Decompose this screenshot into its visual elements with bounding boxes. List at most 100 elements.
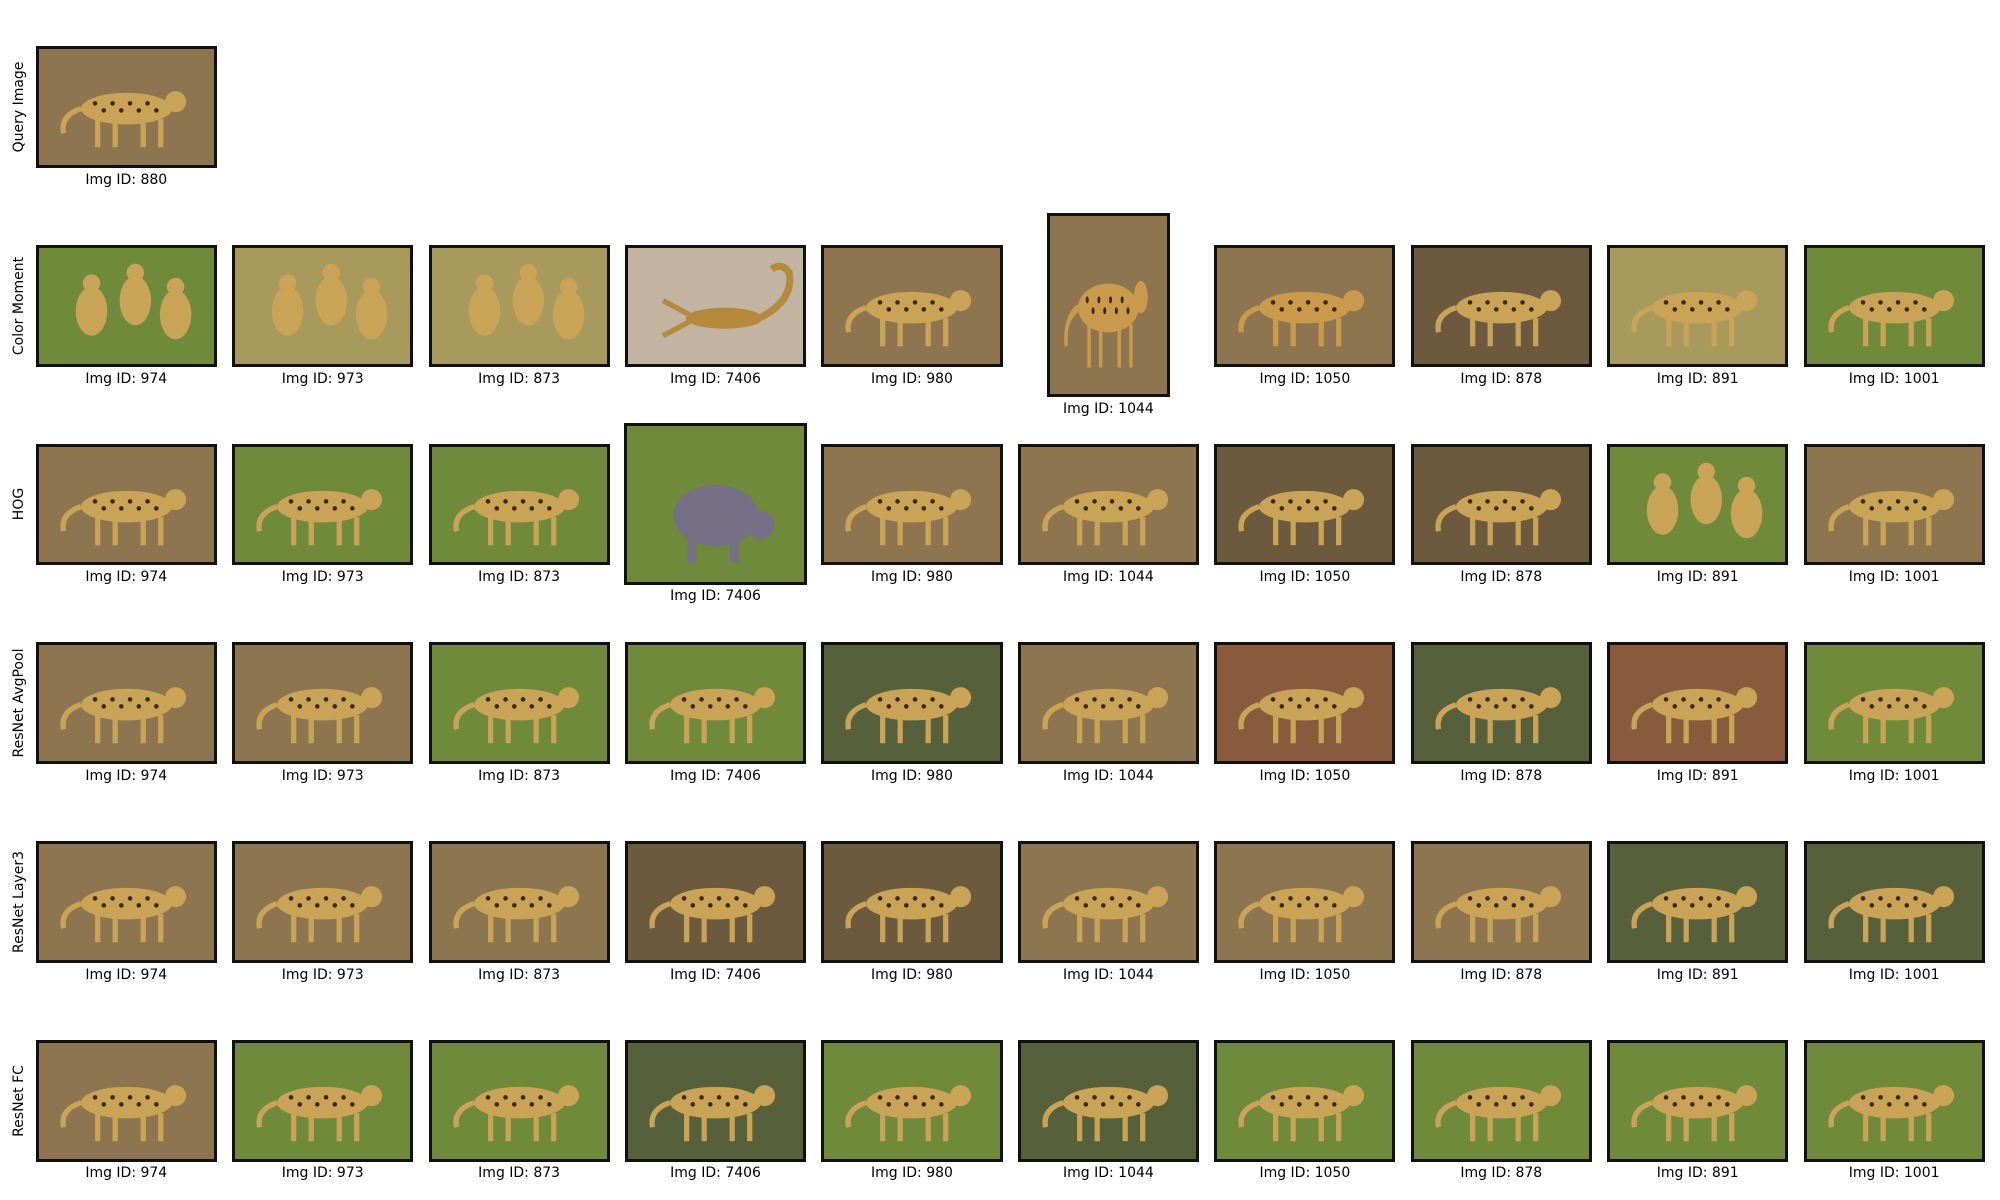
result-image-thumbnail[interactable] [428, 244, 610, 367]
image-id-caption: Img ID: 7406 [670, 1165, 761, 1182]
result-image-thumbnail[interactable] [1410, 1039, 1592, 1162]
result-image-thumbnail[interactable] [625, 244, 807, 367]
result-image-thumbnail[interactable] [1214, 244, 1396, 367]
result-image-thumbnail[interactable] [1803, 1039, 1985, 1162]
image-id-caption: Img ID: 873 [478, 767, 561, 784]
image-id-caption: Img ID: 973 [281, 767, 364, 784]
result-image-thumbnail[interactable] [1607, 443, 1789, 566]
result-image-thumbnail[interactable] [1410, 841, 1592, 963]
image-id-caption: Img ID: 1044 [1063, 569, 1154, 586]
cheetah-figure [1827, 687, 1954, 744]
result-image-thumbnail[interactable] [821, 443, 1003, 566]
image-id-caption: Img ID: 980 [871, 1165, 953, 1182]
result-image-thumbnail[interactable] [1803, 642, 1985, 765]
image-id-caption: Img ID: 891 [1656, 767, 1739, 784]
image-id-caption: Img ID: 973 [281, 569, 364, 586]
cheetah-figure [1435, 1084, 1561, 1141]
cheetah-figure [1042, 687, 1168, 744]
image-id-caption: Img ID: 1044 [1063, 966, 1154, 983]
result-image-thumbnail[interactable] [821, 841, 1003, 963]
result-image-thumbnail[interactable] [232, 642, 414, 765]
cheetah-figure [1238, 488, 1365, 545]
image-id-caption: Img ID: 1050 [1259, 966, 1351, 983]
cheetah-figure [452, 1084, 579, 1141]
image-id-caption: Img ID: 974 [85, 966, 168, 983]
result-image-thumbnail[interactable] [821, 642, 1003, 765]
result-image-thumbnail[interactable] [1607, 1039, 1789, 1162]
image-id-caption: Img ID: 891 [1656, 370, 1739, 387]
result-image-thumbnail[interactable] [232, 443, 414, 566]
image-id-caption: Img ID: 873 [478, 966, 561, 983]
result-image-thumbnail[interactable] [1803, 244, 1985, 367]
query-image-thumbnail[interactable] [35, 46, 217, 168]
result-image-thumbnail[interactable] [1047, 212, 1170, 398]
result-image-thumbnail[interactable] [625, 1039, 807, 1162]
result-image-thumbnail[interactable] [35, 443, 217, 566]
result-image-thumbnail[interactable] [35, 642, 217, 765]
image-id-caption: Img ID: 973 [281, 1165, 364, 1182]
image-id-caption: Img ID: 974 [85, 370, 168, 387]
result-image-thumbnail[interactable] [428, 1039, 610, 1162]
cheetah-figure [1827, 488, 1954, 545]
result-image-thumbnail[interactable] [821, 244, 1003, 367]
cheetah-figure [60, 91, 186, 148]
image-id-caption: Img ID: 974 [85, 1165, 168, 1182]
result-image-thumbnail[interactable] [1607, 841, 1789, 963]
result-image-thumbnail[interactable] [1214, 443, 1396, 566]
row-label: ResNet FC [11, 1064, 28, 1137]
cheetah-group-figure [75, 263, 192, 340]
result-image-thumbnail[interactable] [1410, 642, 1592, 765]
result-image-thumbnail[interactable] [232, 244, 414, 367]
cheetah-figure [845, 289, 972, 347]
image-id-caption: Img ID: 1050 [1259, 569, 1351, 586]
cheetah-figure [1435, 488, 1561, 545]
result-image-thumbnail[interactable] [1214, 642, 1396, 765]
image-id-caption: Img ID: 891 [1656, 1165, 1739, 1182]
result-image-thumbnail[interactable] [1017, 642, 1199, 765]
rhinoceros-figure [672, 484, 775, 563]
image-id-caption: Img ID: 980 [871, 370, 953, 387]
result-image-thumbnail[interactable] [1410, 443, 1592, 566]
leopard-figure [1064, 280, 1148, 368]
cheetah-figure [845, 886, 972, 943]
result-image-thumbnail[interactable] [1214, 1039, 1396, 1162]
result-image-thumbnail[interactable] [232, 1039, 414, 1162]
row-label: ResNet AvgPool [11, 648, 28, 758]
result-image-thumbnail[interactable] [35, 244, 217, 367]
image-id-caption: Img ID: 973 [281, 370, 364, 387]
result-image-thumbnail[interactable] [1410, 244, 1592, 367]
result-image-thumbnail[interactable] [428, 642, 610, 765]
row-label: Query Image [11, 61, 28, 153]
cheetah-group-figure [468, 263, 584, 340]
result-image-thumbnail[interactable] [1017, 443, 1199, 566]
result-image-thumbnail[interactable] [232, 841, 414, 963]
result-image-thumbnail[interactable] [821, 1039, 1003, 1162]
cheetah-figure [649, 886, 776, 943]
result-image-thumbnail[interactable] [35, 841, 217, 963]
scorpion-figure [661, 262, 794, 338]
result-image-thumbnail[interactable] [623, 423, 808, 585]
result-image-thumbnail[interactable] [35, 1039, 217, 1162]
cheetah-figure [1238, 687, 1365, 744]
image-id-caption: Img ID: 980 [871, 966, 953, 983]
cheetah-figure [1042, 1084, 1168, 1141]
image-id-caption: Img ID: 1044 [1063, 1165, 1154, 1182]
result-image-thumbnail[interactable] [1214, 841, 1396, 963]
result-image-thumbnail[interactable] [428, 443, 610, 566]
result-image-thumbnail[interactable] [1607, 642, 1789, 765]
result-image-thumbnail[interactable] [1803, 841, 1985, 963]
cheetah-group-figure [271, 263, 388, 340]
result-image-thumbnail[interactable] [428, 841, 610, 963]
result-image-thumbnail[interactable] [1803, 443, 1985, 566]
cheetah-figure [1238, 886, 1365, 943]
result-image-thumbnail[interactable] [1017, 1039, 1199, 1162]
result-image-thumbnail[interactable] [1607, 244, 1789, 367]
image-id-caption: Img ID: 878 [1460, 767, 1543, 784]
result-image-thumbnail[interactable] [625, 841, 807, 963]
result-image-thumbnail[interactable] [1017, 841, 1199, 963]
cheetah-figure [256, 687, 383, 744]
image-id-caption: Img ID: 878 [1460, 569, 1543, 586]
result-image-thumbnail[interactable] [625, 642, 807, 765]
cheetah-figure [452, 886, 579, 943]
cheetah-figure [60, 886, 186, 943]
